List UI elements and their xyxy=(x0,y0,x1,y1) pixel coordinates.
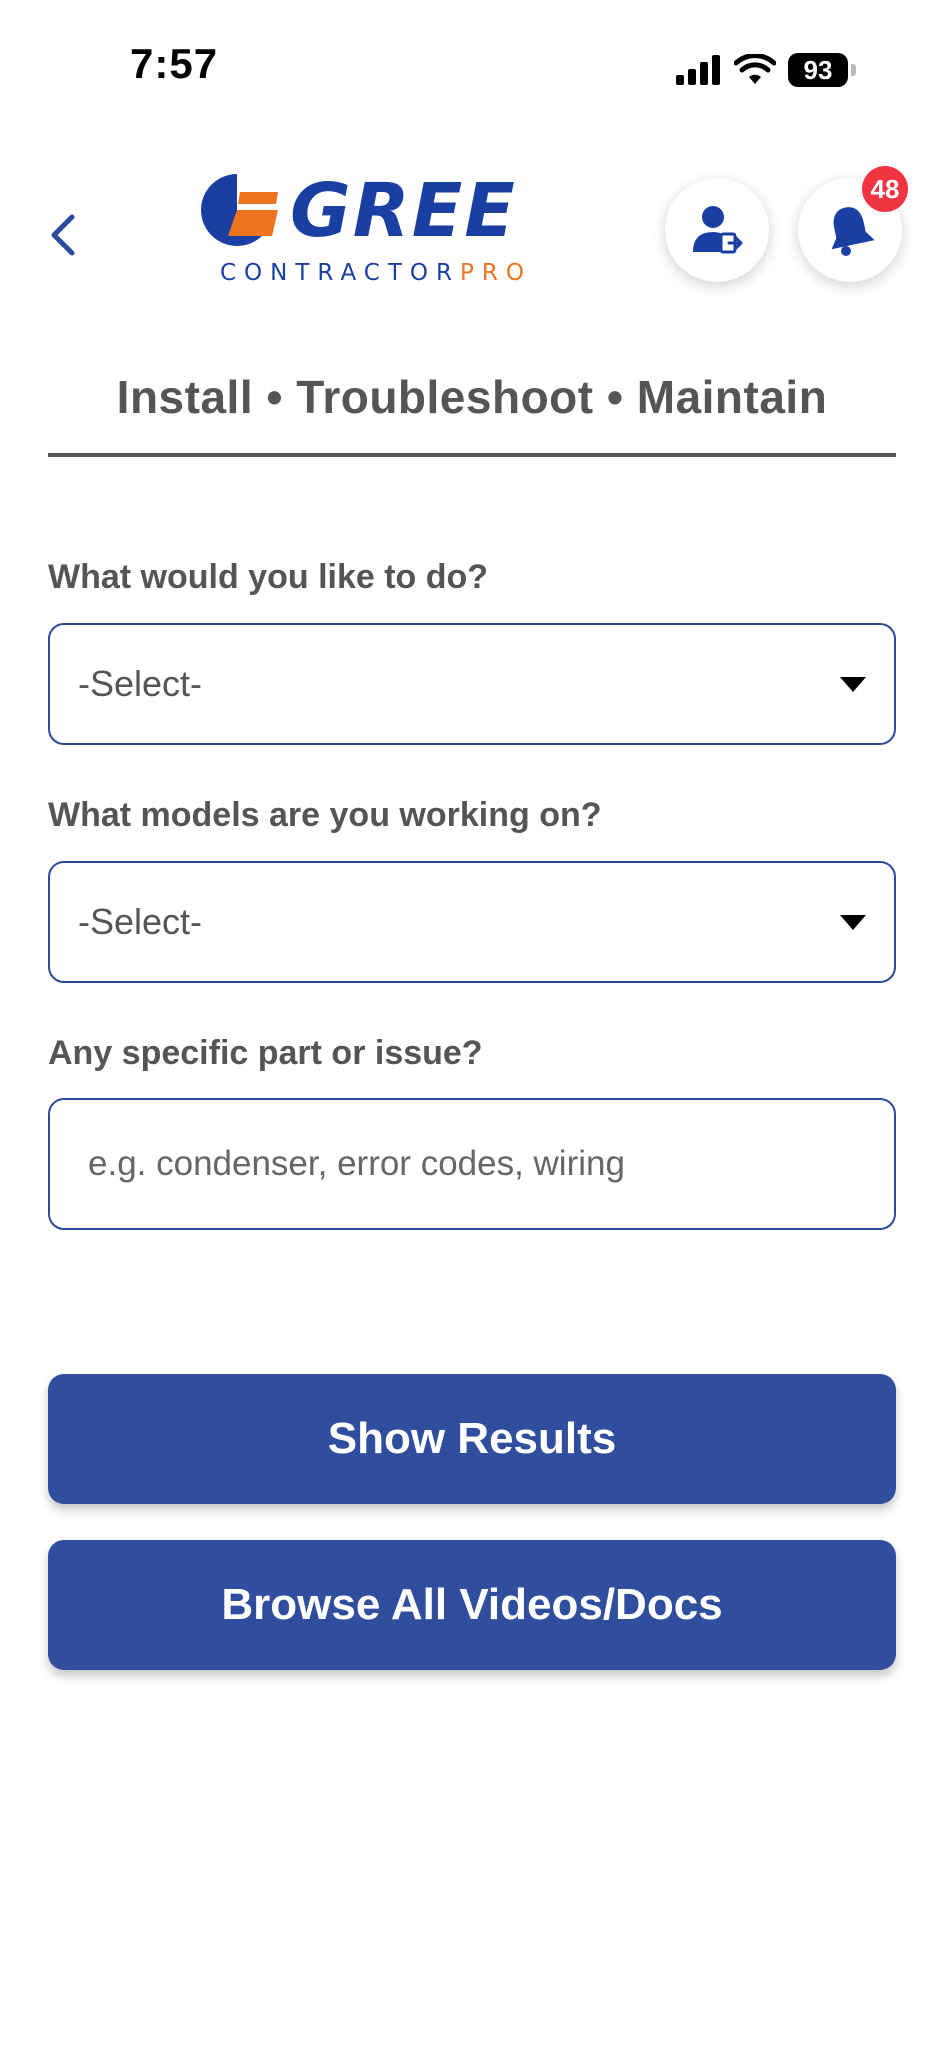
user-logout-icon xyxy=(693,206,743,254)
models-select[interactable]: -Select- xyxy=(48,861,896,983)
cellular-signal-icon xyxy=(676,55,720,85)
chevron-left-icon xyxy=(51,214,75,256)
logo-subtitle-contractor: CONTRACTOR xyxy=(220,260,460,286)
battery-level: 93 xyxy=(803,54,833,85)
action-select[interactable]: -Select- xyxy=(48,623,896,745)
page-tagline: Install • Troubleshoot • Maintain xyxy=(116,371,828,423)
action-select-value: -Select- xyxy=(78,663,203,704)
logo-subtitle-pro: PRO xyxy=(460,260,532,286)
gree-logo-mark-icon xyxy=(201,174,278,246)
back-button[interactable] xyxy=(40,205,84,265)
action-select-label: What would you like to do? xyxy=(48,558,489,596)
status-bar: 7:57 93 xyxy=(0,0,944,140)
logo-wordmark: GREE xyxy=(290,168,517,254)
show-results-button[interactable]: Show Results xyxy=(48,1374,896,1504)
tagline-divider xyxy=(48,453,896,457)
status-icons: 93 xyxy=(676,50,856,90)
caret-down-icon xyxy=(840,677,866,692)
wifi-icon xyxy=(734,54,776,84)
issue-search-input[interactable] xyxy=(48,1098,896,1230)
models-select-value: -Select- xyxy=(78,901,203,942)
issue-input-label: Any specific part or issue? xyxy=(48,1034,483,1072)
app-header: GREE CONTRACTORPRO 48 xyxy=(0,150,944,320)
notification-count-badge: 48 xyxy=(862,166,908,212)
battery-icon: 93 xyxy=(788,53,856,87)
logo-subtitle: CONTRACTORPRO xyxy=(220,262,532,285)
bell-icon xyxy=(831,207,875,256)
gree-contractor-pro-logo: GREE CONTRACTORPRO xyxy=(190,170,550,290)
caret-down-icon xyxy=(840,915,866,930)
status-time: 7:57 xyxy=(130,40,219,87)
account-logout-button[interactable] xyxy=(665,178,769,282)
browse-all-videos-docs-button[interactable]: Browse All Videos/Docs xyxy=(48,1540,896,1670)
models-select-label: What models are you working on? xyxy=(48,796,602,834)
